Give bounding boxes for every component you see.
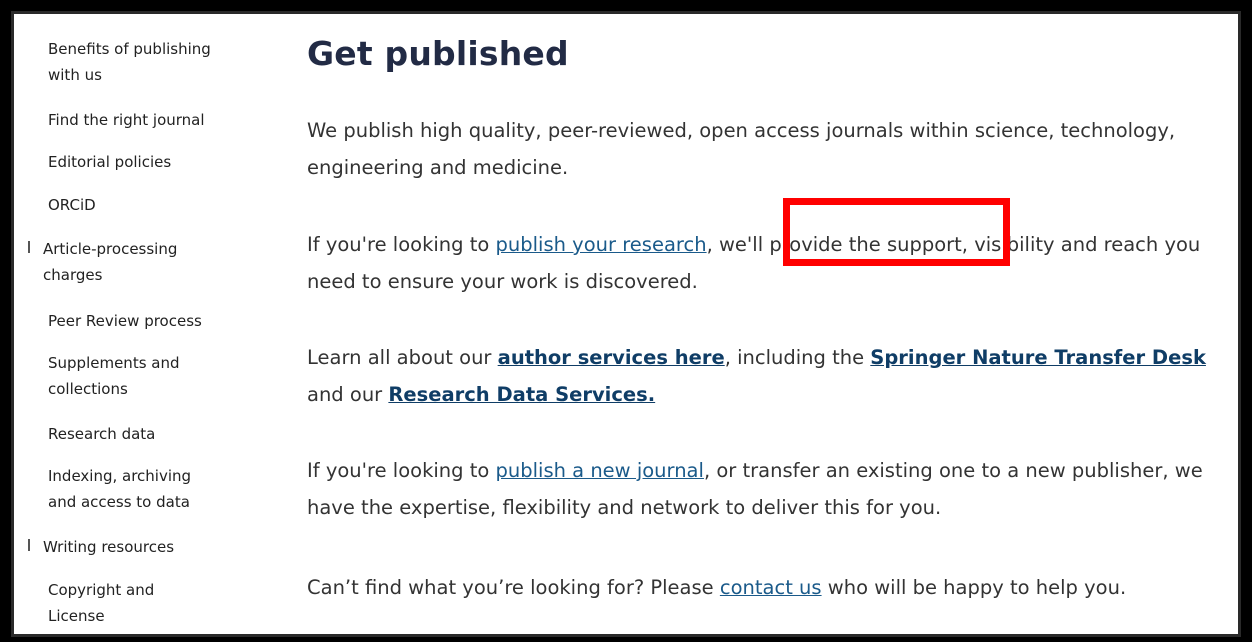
section-marker [28, 539, 30, 551]
transfer-desk-link[interactable]: Springer Nature Transfer Desk [870, 346, 1206, 369]
page-title: Get published [307, 34, 569, 73]
text-segment: Can’t find what you’re looking for? Plea… [307, 576, 720, 599]
new-journal-paragraph: If you're looking to publish a new journ… [307, 452, 1222, 526]
sidebar-nav: Benefits of publishing with us Find the … [14, 14, 244, 634]
contact-paragraph: Can’t find what you’re looking for? Plea… [307, 569, 1222, 606]
sidebar-item-peer-review[interactable]: Peer Review process [48, 308, 202, 334]
sidebar-item-indexing[interactable]: Indexing, archiving and access to data [48, 463, 208, 515]
contact-us-link[interactable]: contact us [720, 576, 822, 599]
sidebar-item-benefits[interactable]: Benefits of publishing with us [48, 36, 218, 88]
text-segment: If you're looking to [307, 459, 496, 482]
page-content: Benefits of publishing with us Find the … [14, 14, 1238, 634]
text-segment: , including the [724, 346, 871, 369]
intro-paragraph: We publish high quality, peer-reviewed, … [307, 119, 1176, 179]
screenshot-frame: Benefits of publishing with us Find the … [0, 0, 1252, 642]
sidebar-item-editorial-policies[interactable]: Editorial policies [48, 149, 171, 175]
author-services-link[interactable]: author services here [498, 346, 725, 369]
publish-research-link[interactable]: publish your research [496, 233, 707, 256]
text-segment: who will be happy to help you. [821, 576, 1127, 599]
sidebar-item-writing-resources[interactable]: Writing resources [43, 534, 174, 560]
sidebar-item-apc[interactable]: Article-processing charges [43, 236, 193, 288]
research-paragraph: If you're looking to publish your resear… [307, 226, 1222, 300]
text-segment: Learn all about our [307, 346, 498, 369]
research-data-services-link[interactable]: Research Data Services. [388, 383, 655, 406]
services-paragraph: Learn all about our author services here… [307, 339, 1222, 413]
sidebar-item-find-journal[interactable]: Find the right journal [48, 107, 205, 133]
sidebar-item-research-data[interactable]: Research data [48, 421, 155, 447]
section-marker [28, 241, 30, 253]
sidebar-item-orcid[interactable]: ORCiD [48, 192, 96, 218]
sidebar-item-copyright[interactable]: Copyright and License [48, 577, 178, 629]
text-segment: and our [307, 383, 389, 406]
text-segment: If you're looking to [307, 233, 496, 256]
publish-new-journal-link[interactable]: publish a new journal [496, 459, 704, 482]
sidebar-item-supplements[interactable]: Supplements and collections [48, 350, 198, 402]
